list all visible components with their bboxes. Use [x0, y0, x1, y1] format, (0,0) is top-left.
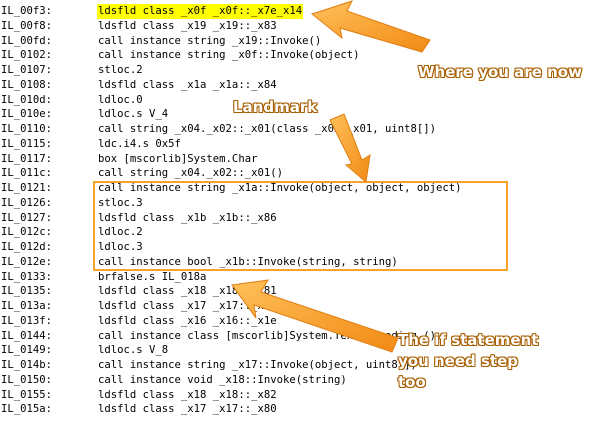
- il-instruction: ldloc.0: [98, 93, 143, 106]
- il-address: IL_0149:: [1, 344, 53, 357]
- il-instruction: brfalse.s IL_018a: [98, 270, 207, 283]
- il-address: IL_0110:: [1, 123, 53, 135]
- il-address: IL_015a:: [1, 403, 53, 416]
- il-address: IL_011c:: [1, 167, 53, 180]
- il-address: IL_0102:: [1, 49, 53, 62]
- il-address: IL_00f3:: [1, 5, 53, 17]
- il-address: IL_013a:: [1, 300, 53, 312]
- landmark-box: [93, 181, 508, 271]
- il-instruction: call instance string _x0f::Invoke(object…: [98, 49, 360, 62]
- il-address: IL_0155:: [1, 388, 53, 401]
- il-address: IL_0144:: [1, 329, 53, 342]
- annotation-landmark: Landmark: [233, 98, 318, 116]
- il-address: IL_0115:: [1, 137, 53, 150]
- il-instruction: call instance void _x18::Invoke(string): [98, 373, 347, 386]
- il-instruction: call string _x04._x02::_x01(class _x03._…: [98, 123, 437, 135]
- annotation-if-line-1: The if statement: [398, 331, 539, 349]
- il-instruction: call instance string _x19::Invoke(): [98, 34, 322, 47]
- il-address: IL_0108:: [1, 78, 53, 91]
- il-address: IL_00f8:: [1, 19, 53, 32]
- il-instruction: ldloc.s V_4: [98, 108, 169, 121]
- annotation-if-line-2: you need step: [398, 352, 518, 370]
- il-address: IL_00fd:: [1, 34, 53, 47]
- il-instruction: call instance string _x17::Invoke(object…: [98, 359, 417, 371]
- il-address: IL_0117:: [1, 152, 53, 165]
- il-address: IL_012d:: [1, 241, 53, 253]
- il-address: IL_0107:: [1, 64, 53, 76]
- il-instruction: ldc.i4.s 0x5f: [98, 137, 181, 150]
- il-address: IL_0133:: [1, 270, 53, 283]
- il-instruction: call string _x04._x02::_x01(): [98, 167, 283, 180]
- il-instruction: ldsfld class _x19 _x19::_x83: [98, 19, 277, 32]
- il-address: IL_0121:: [1, 182, 53, 194]
- il-address: IL_0150:: [1, 373, 53, 386]
- il-address: IL_012e:: [1, 255, 53, 268]
- il-instruction: ldsfld class _x18 _x18::_x81: [98, 285, 277, 298]
- il-address: IL_014b:: [1, 359, 53, 371]
- il-instruction: box [mscorlib]System.Char: [98, 152, 258, 165]
- il-instruction: ldsfld class _x1a _x1a::_x84: [98, 78, 277, 91]
- il-address: IL_0126:: [1, 196, 53, 209]
- il-instruction: ldloc.s V_8: [98, 344, 169, 357]
- il-address: IL_010e:: [1, 108, 53, 121]
- il-address: IL_0127:: [1, 211, 53, 224]
- annotation-if-line-3: too: [398, 373, 426, 391]
- il-address: IL_0135:: [1, 285, 53, 298]
- il-instruction: ldsfld class _x17 _x17::_x80: [98, 300, 277, 312]
- il-instruction: ldsfld class _x17 _x17::_x80: [98, 403, 277, 416]
- annotation-if-statement: The if statement you need step too: [398, 330, 538, 393]
- il-instruction: ldsfld class _x16 _x16::_x1e: [98, 314, 277, 327]
- il-instruction: ldsfld class _x18 _x18::_x82: [98, 388, 277, 401]
- il-instruction: stloc.2: [98, 64, 143, 76]
- annotation-where-you-are-now: Where you are now: [418, 63, 582, 81]
- current-instruction: ldsfld class _x0f _x0f::_x7e_x14: [97, 4, 304, 19]
- il-address: IL_012c:: [1, 226, 53, 239]
- il-instruction: call instance class [mscorlib]System.Tex…: [98, 329, 437, 342]
- il-address: IL_013f:: [1, 314, 53, 327]
- il-address: IL_010d:: [1, 93, 53, 106]
